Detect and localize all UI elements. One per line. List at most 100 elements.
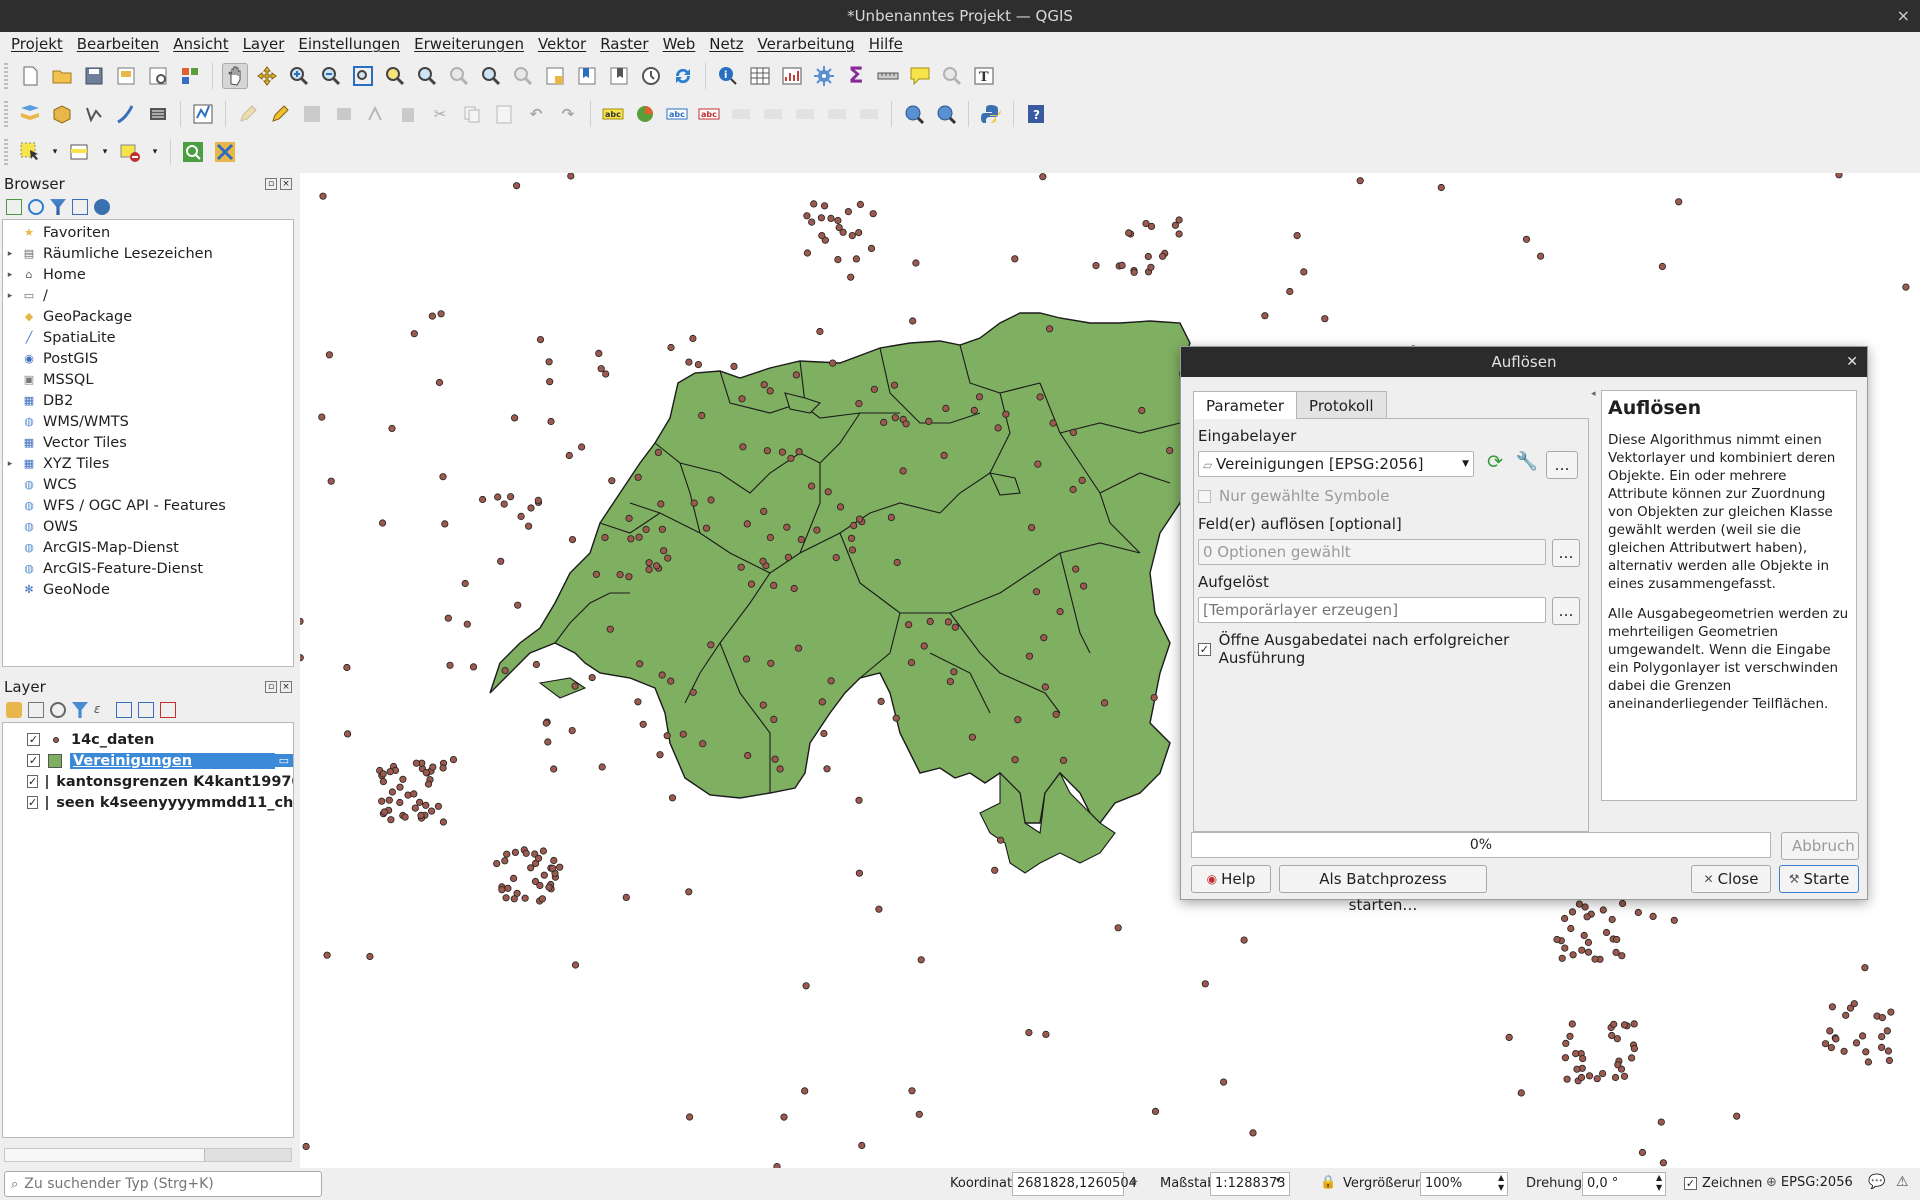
edit-layers-icon[interactable] bbox=[235, 101, 261, 127]
pan-map-icon[interactable] bbox=[222, 63, 248, 89]
show-bookmarks-icon[interactable] bbox=[606, 63, 632, 89]
zoom-to-selection-icon[interactable] bbox=[382, 63, 408, 89]
output-input[interactable] bbox=[1198, 597, 1546, 623]
toggle-extents-icon[interactable]: ⌖ bbox=[1130, 1174, 1138, 1190]
coordinate-field[interactable]: 2681828,1260504 bbox=[1012, 1172, 1137, 1196]
cut-features-icon[interactable]: ✂ bbox=[427, 101, 453, 127]
notifications-icon[interactable]: ⚠ bbox=[1896, 1174, 1909, 1190]
style-manager-icon[interactable] bbox=[177, 63, 203, 89]
expand-arrow-icon[interactable]: ▸ bbox=[3, 270, 17, 280]
open-locator-icon[interactable] bbox=[180, 139, 206, 165]
menu-erweiterungen[interactable]: Erweiterungen bbox=[407, 32, 531, 57]
close-panel-icon[interactable]: × bbox=[280, 178, 292, 190]
zoom-out-icon[interactable] bbox=[318, 63, 344, 89]
browser-item-ows[interactable]: ◍ OWS bbox=[3, 516, 293, 537]
diagram-options-icon[interactable] bbox=[632, 101, 658, 127]
zoom-next-icon[interactable] bbox=[510, 63, 536, 89]
layers-scrollbar[interactable] bbox=[4, 1148, 292, 1162]
browser-item-geopackage[interactable]: ◆ GeoPackage bbox=[3, 306, 293, 327]
new-spatialite-layer-icon[interactable] bbox=[113, 101, 139, 127]
selected-only-checkbox[interactable]: Nur gewählte Symbole bbox=[1198, 487, 1390, 505]
layer-styling-icon[interactable] bbox=[6, 702, 22, 718]
show-unplaced-labels-icon[interactable] bbox=[939, 63, 965, 89]
browser-item-vector-tiles[interactable]: ▦ Vector Tiles bbox=[3, 432, 293, 453]
zoom-to-layer-icon[interactable] bbox=[414, 63, 440, 89]
metasearch-find-icon[interactable] bbox=[933, 101, 959, 127]
browser-item-postgis[interactable]: ◉ PostGIS bbox=[3, 348, 293, 369]
map-tips-icon[interactable] bbox=[907, 63, 933, 89]
show-hide-labels-icon[interactable]: abc bbox=[696, 101, 722, 127]
layer-item[interactable]: ✓ seen k4seenyyyymmdd11_ch2007 bbox=[3, 792, 293, 813]
browser-item-wfs-ogc-api-features[interactable]: ◍ WFS / OGC API - Features bbox=[3, 495, 293, 516]
menu-einstellungen[interactable]: Einstellungen bbox=[291, 32, 407, 57]
identify-features-icon[interactable]: i bbox=[715, 63, 741, 89]
redo-icon[interactable]: ↷ bbox=[555, 101, 581, 127]
new-print-layout-icon[interactable] bbox=[113, 63, 139, 89]
browser-item-db2[interactable]: ▦ DB2 bbox=[3, 390, 293, 411]
label-toolbar-icon[interactable]: abc bbox=[600, 101, 626, 127]
input-layer-select[interactable]: ▱ Vereinigungen [EPSG:2056] ▼ bbox=[1198, 451, 1474, 477]
expand-arrow-icon[interactable]: ▸ bbox=[3, 291, 17, 301]
browser-item-home[interactable]: ▸ ⌂ Home bbox=[3, 264, 293, 285]
data-source-manager-icon[interactable] bbox=[17, 101, 43, 127]
add-feature-icon[interactable] bbox=[331, 101, 357, 127]
statistics-icon[interactable] bbox=[779, 63, 805, 89]
text-annotation-icon[interactable]: T bbox=[971, 63, 997, 89]
measure-icon[interactable] bbox=[875, 63, 901, 89]
layer-visibility-checkbox[interactable]: ✓ bbox=[27, 796, 39, 809]
float-panel-icon[interactable]: ▫ bbox=[265, 681, 277, 693]
save-project-icon[interactable] bbox=[81, 63, 107, 89]
refresh-icon[interactable] bbox=[28, 199, 44, 215]
locator-bar[interactable]: ⌕ bbox=[4, 1171, 322, 1197]
browser-item-wms-wmts[interactable]: ◍ WMS/WMTS bbox=[3, 411, 293, 432]
menu-netz[interactable]: Netz bbox=[702, 32, 750, 57]
move-label-icon[interactable] bbox=[728, 101, 754, 127]
run-button[interactable]: ⚒ Starte bbox=[1779, 865, 1859, 893]
select-by-value-icon[interactable] bbox=[67, 139, 93, 165]
toolbar-grip[interactable] bbox=[4, 63, 8, 89]
save-edits-icon[interactable] bbox=[299, 101, 325, 127]
plugin-icon[interactable] bbox=[212, 139, 238, 165]
render-checkbox[interactable]: ✓ Zeichnen bbox=[1684, 1176, 1762, 1191]
refresh-icon[interactable] bbox=[670, 63, 696, 89]
remove-layer-icon[interactable] bbox=[160, 702, 176, 718]
help-icon[interactable]: ? bbox=[1023, 101, 1049, 127]
zoom-in-icon[interactable] bbox=[286, 63, 312, 89]
layer-visibility-checkbox[interactable]: ✓ bbox=[27, 733, 40, 746]
wrench-icon[interactable]: 🔧 bbox=[1514, 451, 1540, 477]
layer-item[interactable]: ✓ 14c_daten bbox=[3, 729, 293, 750]
batch-process-button[interactable]: Als Batchprozess starten… bbox=[1279, 865, 1487, 914]
browser-item-xyz-tiles[interactable]: ▸ ▦ XYZ Tiles bbox=[3, 453, 293, 474]
temporal-controller-icon[interactable] bbox=[638, 63, 664, 89]
layer-visibility-checkbox[interactable]: ✓ bbox=[27, 754, 40, 767]
add-selected-layers-icon[interactable] bbox=[6, 199, 22, 215]
expand-all-icon[interactable] bbox=[116, 702, 132, 718]
info-icon[interactable] bbox=[94, 199, 110, 215]
browser-item-geonode[interactable]: ✻ GeoNode bbox=[3, 579, 293, 600]
processing-toolbox-icon[interactable] bbox=[811, 63, 837, 89]
layout-manager-icon[interactable] bbox=[145, 63, 171, 89]
pan-to-selection-icon[interactable] bbox=[254, 63, 280, 89]
layer-item[interactable]: ✓ kantonsgrenzen K4kant19970101 bbox=[3, 771, 293, 792]
chevron-down-icon[interactable]: ▾ bbox=[49, 139, 61, 165]
window-close-button[interactable]: × bbox=[1897, 0, 1910, 32]
iterate-icon[interactable]: ⟳ bbox=[1482, 451, 1508, 477]
manage-visibility-icon[interactable] bbox=[50, 702, 66, 718]
float-panel-icon[interactable]: ▫ bbox=[265, 178, 277, 190]
collapse-help-icon[interactable]: ◂ bbox=[1591, 389, 1596, 399]
python-console-icon[interactable] bbox=[978, 101, 1004, 127]
output-browse-button[interactable]: … bbox=[1552, 597, 1580, 625]
expand-arrow-icon[interactable]: ▸ bbox=[3, 459, 17, 469]
magnifier-field[interactable]: 100% bbox=[1420, 1172, 1508, 1196]
help-button[interactable]: ◉ Help bbox=[1191, 865, 1271, 893]
highlight-pinned-labels-icon[interactable]: abc bbox=[664, 101, 690, 127]
browser-item-räumliche-lesezeichen[interactable]: ▸ ▤ Räumliche Lesezeichen bbox=[3, 243, 293, 264]
close-icon[interactable]: ✕ bbox=[1846, 347, 1858, 377]
dialog-titlebar[interactable]: Auflösen ✕ bbox=[1181, 347, 1867, 377]
zoom-full-icon[interactable] bbox=[350, 63, 376, 89]
vertex-tool-icon[interactable] bbox=[363, 101, 389, 127]
filter-expression-icon[interactable]: ε bbox=[94, 702, 110, 718]
menu-raster[interactable]: Raster bbox=[593, 32, 655, 57]
browser-item-mssql[interactable]: ▣ MSSQL bbox=[3, 369, 293, 390]
new-bookmark-icon[interactable] bbox=[574, 63, 600, 89]
